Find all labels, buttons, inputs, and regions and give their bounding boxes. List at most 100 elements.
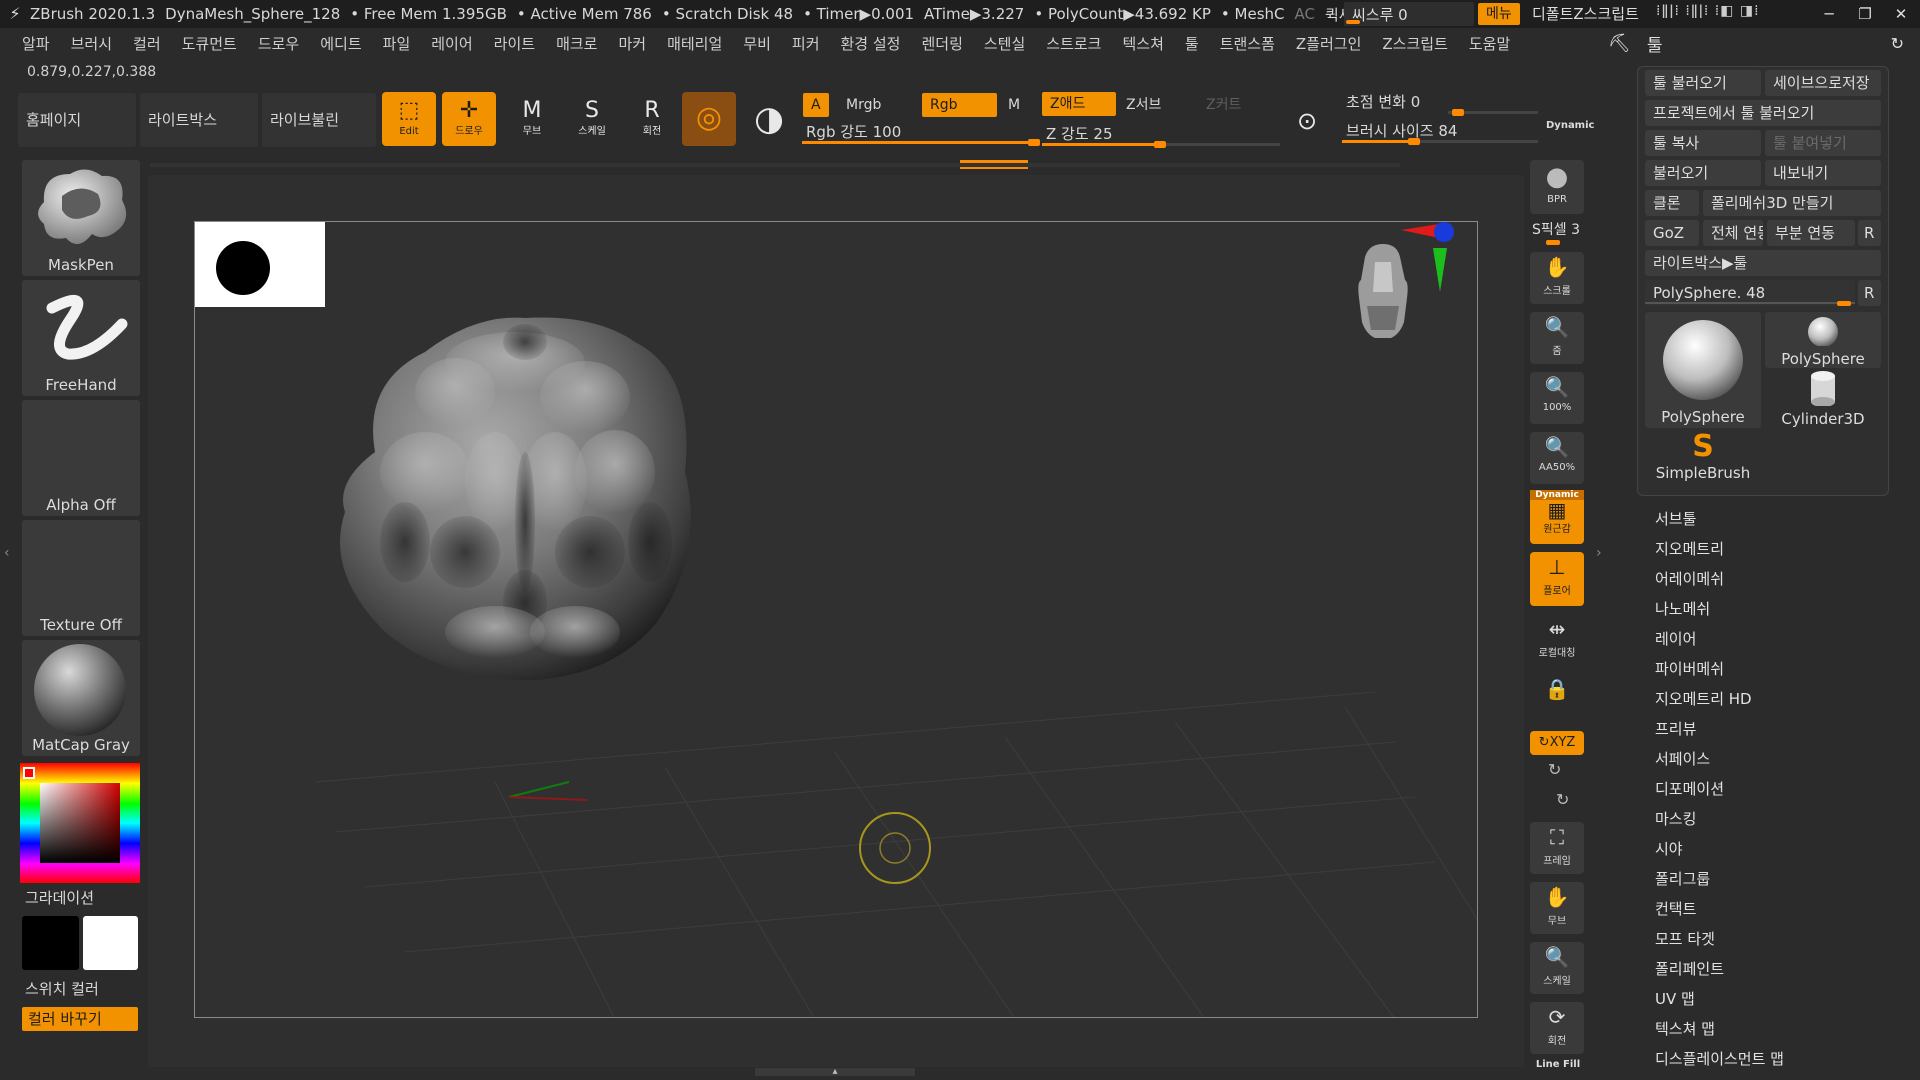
tool-submenu-item[interactable]: 파이버메쉬 [1655,658,1724,679]
texture-selector[interactable]: Texture Off [22,520,140,636]
goz-all-button[interactable]: 전체 연동 [1703,220,1763,246]
tool-submenu-item[interactable]: 지오메트리 HD [1655,688,1752,709]
tool-submenu-item[interactable]: UV 맵 [1655,988,1695,1009]
brush-selector[interactable]: MaskPen [22,160,140,276]
rgb-intensity-slider[interactable]: Rgb 강도 100 [802,120,1040,146]
menu-item[interactable]: 도움말 [1469,33,1510,54]
scale-button[interactable]: S 스케일 [565,92,619,146]
rgb-toggle[interactable]: Rgb [922,93,997,117]
export-button[interactable]: 내보내기 [1765,160,1881,186]
tool-submenu-item[interactable]: 마스킹 [1655,808,1696,829]
tool-submenu-item[interactable]: 서페이스 [1655,748,1710,769]
zsub-toggle[interactable]: Z서브 [1118,93,1169,117]
y-rotation-icon[interactable]: ↻ [1548,760,1561,779]
dynamic-size-toggle[interactable]: Dynamic [1546,120,1594,131]
default-zscript-button[interactable]: 디폴트Z스크립트 [1532,3,1639,25]
draw-size-slider[interactable]: 브러시 사이즈 84 [1342,119,1538,145]
tool-thumb-polysphere-main[interactable]: PolySphere [1645,312,1761,428]
frame-button[interactable]: ⛶ 프레임 [1530,822,1584,874]
canvas[interactable] [194,221,1478,1018]
spix-slider[interactable]: S픽셀 3 [1532,219,1584,245]
gradient-label[interactable]: 그라데이션 [25,887,94,908]
zcut-toggle[interactable]: Z커트 [1198,93,1249,117]
stroke-selector[interactable]: FreeHand [22,280,140,396]
mrgb-toggle[interactable]: Mrgb [838,93,889,117]
clone-button[interactable]: 클론 [1645,190,1699,216]
scale-view-button[interactable]: 🔍 스케일 [1530,942,1584,994]
menu-item[interactable]: 레이어 [431,33,472,54]
tool-submenu-item[interactable]: 디스플레이스먼트 맵 [1655,1048,1784,1069]
local-symmetry-button[interactable]: ⇹ 로컬대칭 [1530,614,1584,666]
edit-button[interactable]: ⬚ Edit [382,92,436,146]
tool-thumb-simplebrush[interactable]: S SimpleBrush [1645,430,1761,488]
make-polymesh3d-button[interactable]: 폴리메쉬3D 만들기 [1703,190,1881,216]
tool-submenu-item[interactable]: 나노메쉬 [1655,598,1710,619]
tool-thumb-cylinder3d[interactable]: Cylinder3D [1765,370,1881,428]
tool-submenu-item[interactable]: 디포메이션 [1655,778,1724,799]
tool-submenu-item[interactable]: 프리뷰 [1655,718,1696,739]
import-button[interactable]: 불러오기 [1645,160,1761,186]
right-tray-handle-icon[interactable]: › [1596,545,1602,561]
m-toggle[interactable]: M [1000,93,1028,117]
menu-item[interactable]: Z스크립트 [1382,33,1447,54]
tool-submenu-item[interactable]: 레이어 [1655,628,1696,649]
paste-tool-button[interactable]: 툴 붙여넣기 [1765,130,1881,156]
home-page-button[interactable]: 홈페이지 [18,93,136,147]
lightbox-tools-button[interactable]: 라이트박스▶툴 [1645,250,1881,276]
menu-item[interactable]: 파일 [383,33,411,54]
a-toggle[interactable]: A [803,93,829,117]
secondary-color-swatch[interactable] [83,916,138,970]
current-tool-r-button[interactable]: R [1858,280,1881,306]
tool-submenu-item[interactable]: 시야 [1655,838,1683,859]
main-color-swatch[interactable] [22,916,79,970]
left-tray-handle-icon[interactable]: ‹ [4,545,10,561]
brush-pin-icon[interactable]: ⛏ [1608,33,1631,54]
menu-item[interactable]: 스텐실 [984,33,1025,54]
menu-item[interactable]: 무비 [743,33,771,54]
lightbox-button[interactable]: 라이트박스 [140,93,258,147]
menu-item[interactable]: 피커 [792,33,820,54]
menu-toggle-button[interactable]: 메뉴 [1478,3,1520,25]
move-button[interactable]: M 무브 [505,92,559,146]
z-intensity-slider[interactable]: Z 강도 25 [1042,122,1280,148]
goz-visible-button[interactable]: 부분 연동 [1767,220,1855,246]
menu-item[interactable]: 스트로크 [1046,33,1101,54]
menu-item[interactable]: 브러시 [71,33,112,54]
alpha-selector[interactable]: Alpha Off [22,400,140,516]
current-tool-slider[interactable]: PolySphere. 48 [1645,280,1855,306]
scroll-button[interactable]: ✋ 스크롤 [1530,252,1584,304]
menu-item[interactable]: 트랜스폼 [1220,33,1275,54]
focal-shift-slider[interactable]: 초점 변화 0 [1342,90,1538,116]
goz-r-button[interactable]: R [1858,220,1881,246]
save-as-button[interactable]: 세이브으로저장 [1765,70,1881,96]
load-tools-from-project-button[interactable]: 프로젝트에서 툴 불러오기 [1645,100,1881,126]
tool-submenu-item[interactable]: 어레이메쉬 [1655,568,1724,589]
tool-submenu-item[interactable]: 컨택트 [1655,898,1696,919]
tool-submenu-item[interactable]: 서브툴 [1655,508,1696,529]
menu-item[interactable]: 매크로 [556,33,597,54]
switch-color-button[interactable]: 스위치 컬러 [25,978,99,999]
aa-half-button[interactable]: 🔍 AA50% [1530,432,1584,484]
perspective-button[interactable]: Dynamic ▦ 원근감 [1530,490,1584,544]
actual-size-button[interactable]: 🔍 100% [1530,372,1584,424]
bottom-tray-handle-icon[interactable]: ▴ [755,1067,915,1077]
gizmo-3d-button[interactable]: ◑ [742,92,796,146]
sculptris-pro-button[interactable]: ◎ [682,92,736,146]
see-through-slider[interactable]: 씨스루 0 [1344,2,1474,26]
goz-button[interactable]: GoZ [1645,220,1699,246]
line-fill-button[interactable]: Line Fill [1532,1059,1584,1070]
bpr-render-button[interactable]: ● BPR [1530,160,1584,214]
zoom-button[interactable]: 🔍 줌 [1530,312,1584,364]
z-rotation-icon[interactable]: ↻ [1556,790,1569,809]
menu-item[interactable]: 라이트 [494,33,535,54]
floor-button[interactable]: ⊥ 플로어 [1530,552,1584,606]
copy-tool-button[interactable]: 툴 복사 [1645,130,1761,156]
live-boolean-button[interactable]: 라이브불린 [262,93,376,147]
rotate-button[interactable]: R 회전 [625,92,679,146]
menu-item[interactable]: 텍스쳐 [1122,33,1163,54]
menu-item[interactable]: 환경 설정 [841,33,901,54]
tool-thumb-polysphere[interactable]: PolySphere [1765,312,1881,368]
draw-button[interactable]: ✛ 드로우 [442,92,496,146]
menu-item[interactable]: 도큐먼트 [182,33,237,54]
menu-item[interactable]: 마커 [618,33,646,54]
